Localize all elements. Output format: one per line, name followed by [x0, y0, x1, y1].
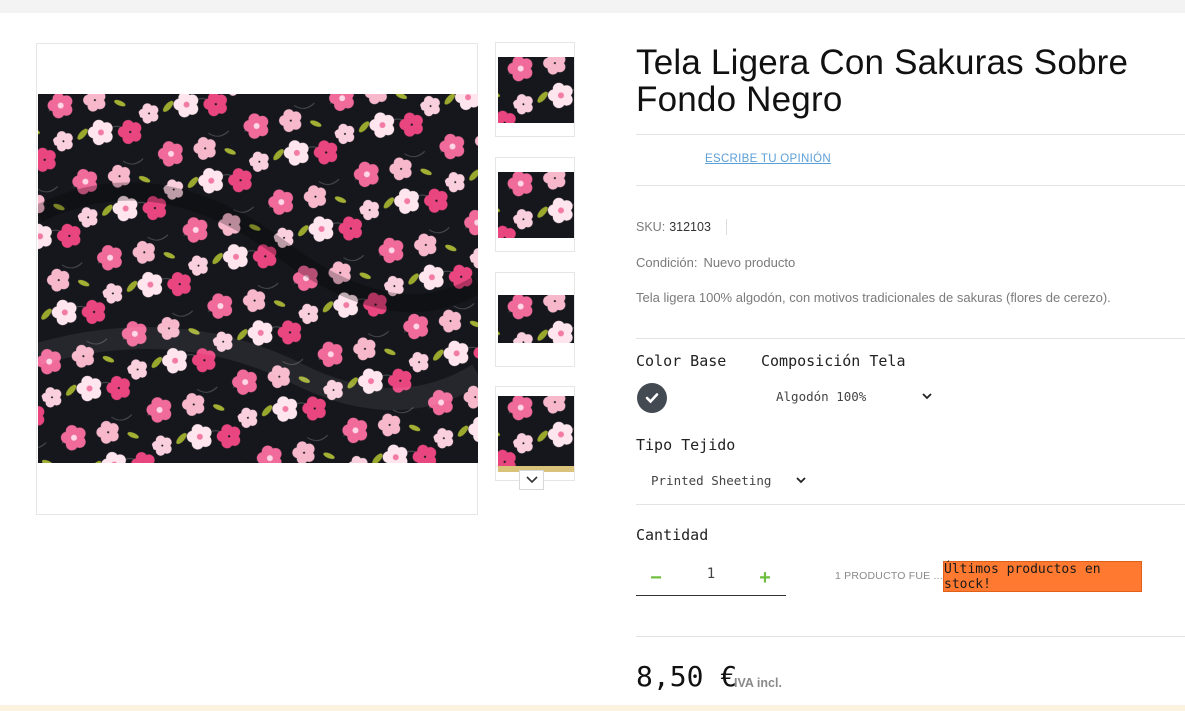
quantity-input[interactable]: 1 — [696, 566, 726, 582]
write-review-link[interactable]: ESCRIBE TU OPINIÓN — [705, 153, 831, 165]
product-main-image[interactable] — [38, 94, 478, 463]
sku-separator — [726, 219, 727, 235]
thumbnail-1[interactable] — [495, 42, 575, 137]
divider — [636, 338, 1185, 339]
weave-type-select[interactable]: Printed Sheeting — [651, 473, 806, 488]
tax-label: IVA incl. — [734, 676, 782, 690]
thumbnail-4[interactable] — [495, 386, 575, 481]
chevron-down-icon — [796, 477, 806, 484]
chevron-down-icon — [922, 393, 932, 400]
thumbnail-2[interactable] — [495, 157, 575, 252]
condition-label: Condición: — [636, 255, 698, 270]
chevron-down-icon — [525, 476, 538, 484]
sku: SKU: 312103 — [636, 220, 711, 234]
stock-badge: Últimos productos en stock! — [943, 561, 1142, 592]
top-bar — [0, 0, 1185, 13]
product-title-line2: Fondo Negro — [636, 80, 843, 119]
quantity-increase-button[interactable]: + — [751, 564, 779, 592]
stock-note: 1 PRODUCTO FUE ... — [835, 570, 943, 582]
weave-type-label: Tipo Tejido — [636, 436, 736, 454]
product-description: Tela ligera 100% algodón, con motivos tr… — [636, 290, 1111, 305]
product-title: Tela Ligera Con Sakuras Sobre Fondo Negr… — [636, 44, 1176, 118]
condition: Condición: Nuevo producto — [636, 255, 795, 270]
quantity-decrease-button[interactable]: − — [642, 564, 670, 592]
composition-select[interactable]: Algodón 100% — [776, 389, 932, 404]
sku-label: SKU: — [636, 220, 666, 234]
product-price: 8,50 € — [636, 660, 738, 693]
condition-value: Nuevo producto — [703, 255, 796, 270]
divider — [636, 636, 1185, 637]
composition-select-value: Algodón 100% — [776, 389, 867, 404]
weave-type-select-value: Printed Sheeting — [651, 473, 772, 488]
product-title-line1: Tela Ligera Con Sakuras Sobre — [636, 43, 1129, 82]
color-swatch-black[interactable] — [637, 383, 667, 413]
bottom-bar — [0, 705, 1185, 711]
divider — [636, 134, 1185, 135]
quantity-stepper: − 1 + — [636, 560, 786, 596]
main-image-frame — [36, 43, 478, 515]
color-base-label: Color Base — [636, 352, 727, 370]
thumbnail-3[interactable] — [495, 272, 575, 367]
divider — [636, 504, 1185, 505]
quantity-label: Cantidad — [636, 526, 709, 544]
composition-label: Composición Tela — [761, 352, 906, 370]
divider — [636, 185, 1185, 186]
sku-value: 312103 — [669, 220, 711, 234]
thumbnail-scroll-down-button[interactable] — [519, 470, 544, 490]
checkmark-icon — [645, 393, 659, 404]
